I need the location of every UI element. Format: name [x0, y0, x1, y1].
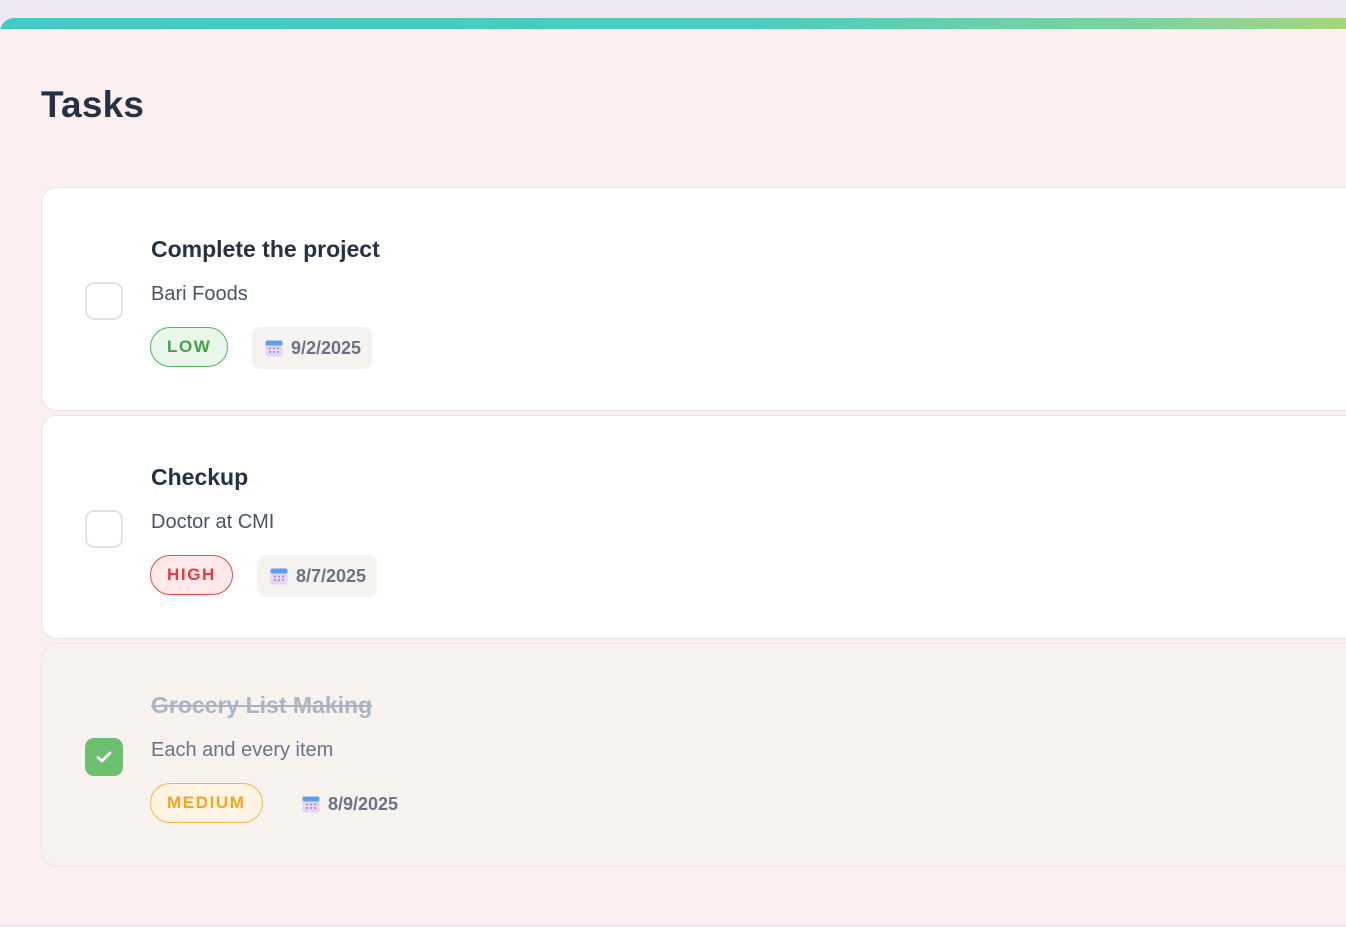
- due-date-chip: 8/9/2025: [289, 783, 409, 825]
- due-date-text: 9/2/2025: [291, 337, 362, 358]
- task-title: Checkup: [151, 464, 249, 490]
- calendar-icon: [302, 796, 320, 813]
- calendar-icon: [270, 568, 288, 585]
- priority-badge: HIGH: [150, 555, 233, 595]
- task-description: Bari Foods: [151, 283, 248, 305]
- page-title: Tasks: [41, 84, 145, 125]
- task-title: Complete the project: [151, 236, 380, 262]
- priority-badge: MEDIUM: [150, 783, 263, 823]
- task-card[interactable]: Complete the project Bari Foods LOW 9/2/…: [41, 187, 1346, 411]
- tasks-panel: Tasks Complete the project Bari Foods LO…: [0, 18, 1346, 924]
- due-date-chip: 9/2/2025: [252, 327, 373, 369]
- task-checkbox-checked[interactable]: [85, 738, 123, 776]
- task-card[interactable]: Checkup Doctor at CMI HIGH 8/7/2025: [41, 415, 1346, 639]
- due-date-text: 8/7/2025: [296, 565, 367, 586]
- task-description: Doctor at CMI: [151, 511, 275, 533]
- panel-accent-bar: [0, 18, 1346, 29]
- priority-badge: LOW: [150, 327, 229, 367]
- task-checkbox[interactable]: [85, 510, 123, 548]
- task-description: Each and every item: [151, 739, 334, 761]
- calendar-icon: [265, 340, 283, 357]
- due-date-text: 8/9/2025: [328, 793, 399, 814]
- task-title: Grocery List Making: [151, 692, 373, 718]
- task-checkbox[interactable]: [85, 282, 123, 320]
- due-date-chip: 8/7/2025: [257, 555, 378, 597]
- task-card-completed[interactable]: Grocery List Making Each and every item …: [41, 643, 1346, 867]
- checkmark-icon: [96, 751, 112, 763]
